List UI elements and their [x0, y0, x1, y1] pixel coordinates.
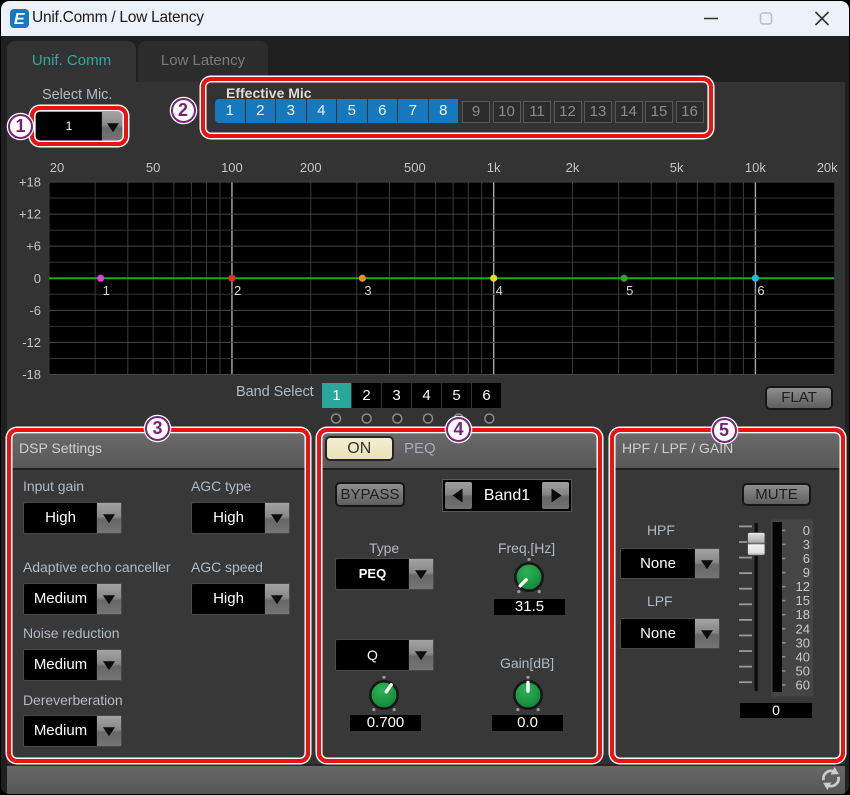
svg-text:+18: +18 [19, 175, 41, 190]
svg-text:4: 4 [496, 283, 503, 298]
svg-text:10k: 10k [745, 160, 766, 175]
svg-text:-18: -18 [22, 367, 41, 382]
svg-text:500: 500 [404, 160, 426, 175]
svg-text:-6: -6 [29, 303, 41, 318]
svg-text:1: 1 [103, 283, 110, 298]
svg-text:5: 5 [626, 283, 633, 298]
svg-text:6: 6 [757, 283, 764, 298]
svg-text:+12: +12 [19, 207, 41, 222]
svg-text:+6: +6 [26, 239, 41, 254]
svg-text:20k: 20k [817, 160, 838, 175]
svg-text:50: 50 [146, 160, 160, 175]
svg-text:1k: 1k [487, 160, 501, 175]
svg-text:200: 200 [300, 160, 322, 175]
svg-text:E: E [14, 11, 26, 28]
svg-text:20: 20 [50, 160, 64, 175]
svg-text:0: 0 [34, 271, 41, 286]
svg-text:3: 3 [364, 283, 371, 298]
svg-text:2: 2 [234, 283, 241, 298]
svg-text:100: 100 [221, 160, 243, 175]
svg-text:5k: 5k [670, 160, 684, 175]
svg-text:-12: -12 [22, 335, 41, 350]
svg-text:2k: 2k [566, 160, 580, 175]
